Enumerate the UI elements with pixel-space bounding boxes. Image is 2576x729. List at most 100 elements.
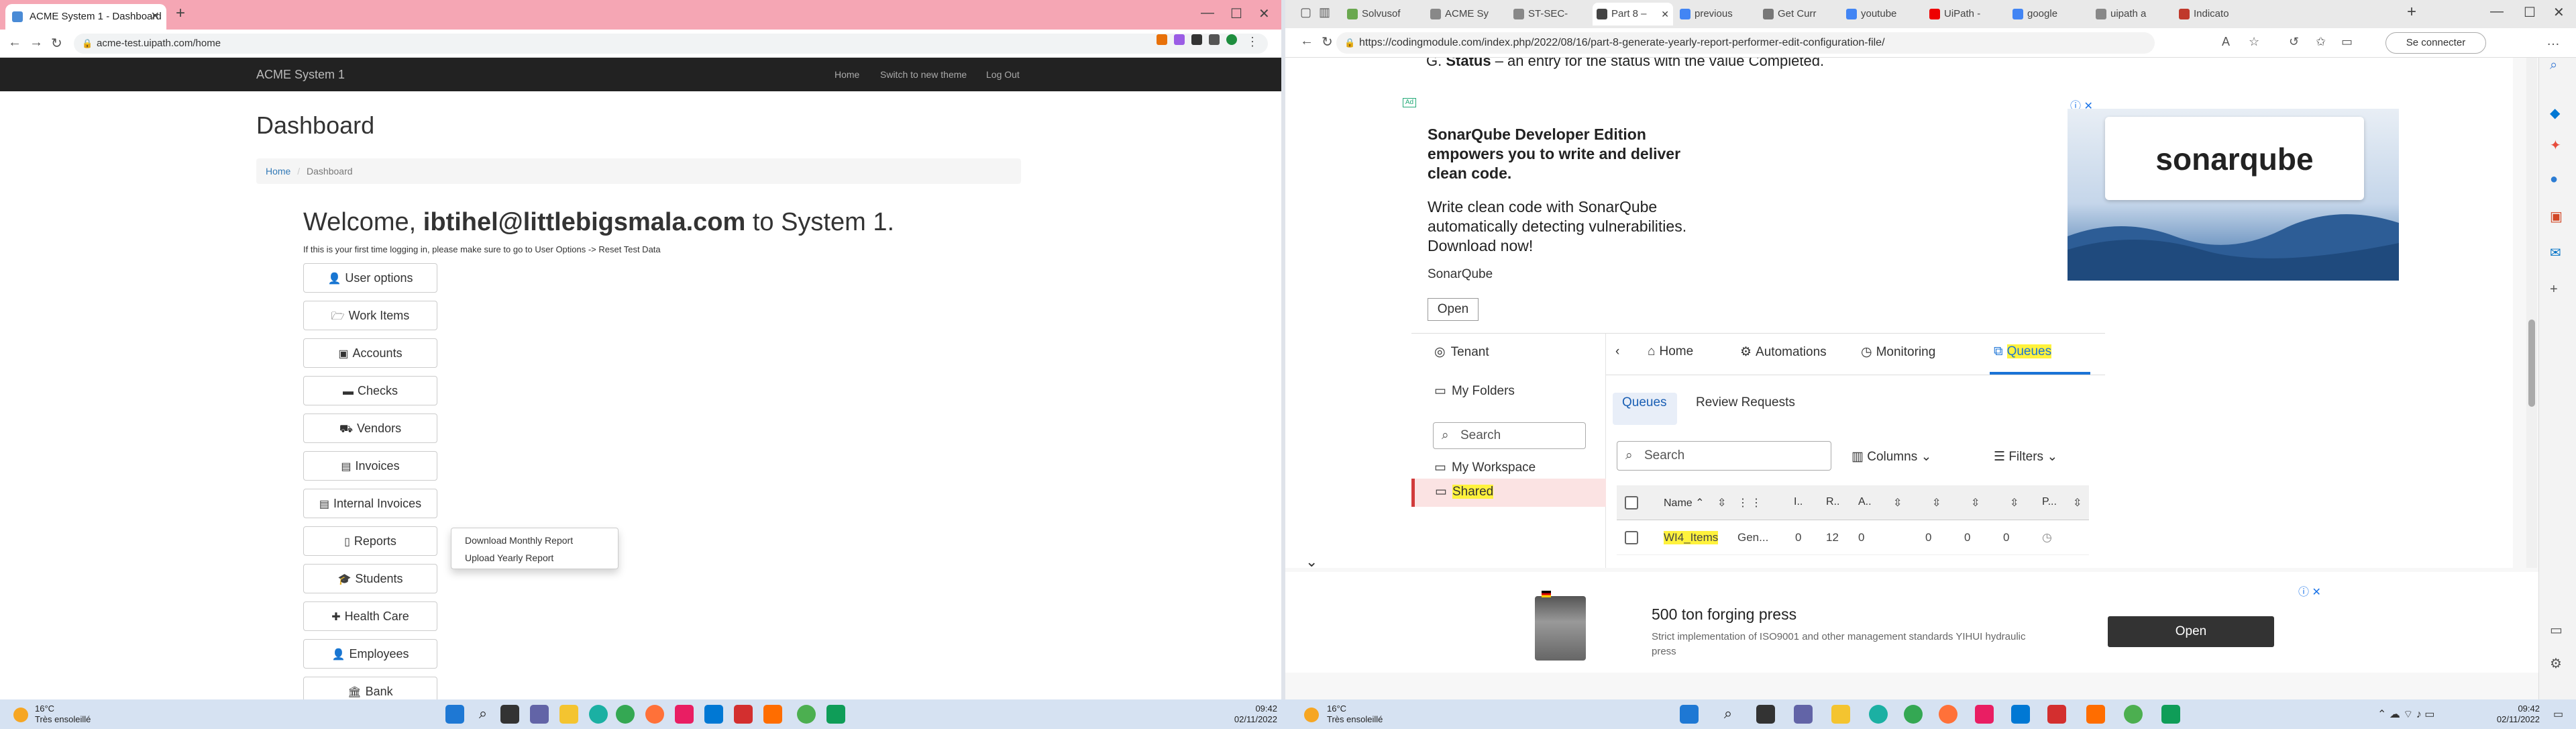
- sort-icon[interactable]: ⇳: [1717, 496, 1726, 509]
- weather-sun-icon[interactable]: [1304, 708, 1319, 722]
- file-explorer-icon[interactable]: [559, 705, 578, 724]
- slack-icon[interactable]: [1975, 705, 1994, 724]
- sonarqube-ad-image[interactable]: sonarqube: [2068, 109, 2399, 281]
- reload-icon[interactable]: ↻: [1322, 34, 1333, 50]
- work-items-button[interactable]: 🗁 Work Items: [303, 301, 437, 330]
- nav-home[interactable]: ⌂ Home: [1648, 344, 1693, 359]
- app-icon[interactable]: [2011, 705, 2030, 724]
- vertical-tabs-icon[interactable]: ▥: [1319, 5, 1330, 19]
- edge-icon[interactable]: [589, 705, 608, 724]
- settings-icon[interactable]: ⚙: [2550, 655, 2562, 672]
- sort-icon[interactable]: ⇳: [2010, 496, 2019, 509]
- queue-search-input[interactable]: ⌕ Search: [1617, 441, 1831, 471]
- tab[interactable]: youtube: [1842, 3, 1923, 26]
- nav-queues[interactable]: ⧉ Queues: [1994, 344, 2052, 359]
- ad-open-button[interactable]: Open: [1428, 298, 1479, 321]
- table-row[interactable]: WI4_Items Gen... 0 12 0 0 0 0 ◷: [1617, 520, 2089, 555]
- sort-icon[interactable]: ⇳: [1932, 496, 1941, 509]
- queue-name-link[interactable]: WI4_Items: [1664, 531, 1719, 544]
- menu-dots-icon[interactable]: ⋮: [1246, 35, 1258, 49]
- col-a[interactable]: A..: [1858, 496, 1872, 508]
- acrobat-icon[interactable]: [2047, 705, 2066, 724]
- ad-choices-icon[interactable]: ⓘ ✕: [2298, 583, 2321, 599]
- nav-automations[interactable]: ⚙ Automations: [1740, 344, 1827, 360]
- teams-icon[interactable]: [1794, 705, 1813, 724]
- search-icon[interactable]: ⌕: [2550, 58, 2557, 73]
- excel-icon[interactable]: [2161, 705, 2180, 724]
- outlook-icon[interactable]: ✉: [2550, 244, 2561, 261]
- collections-icon[interactable]: ▭: [2341, 35, 2353, 49]
- split-view-icon[interactable]: ▭: [2550, 622, 2563, 638]
- tab-acme-dashboard[interactable]: ACME System 1 - Dashboard ✕: [5, 4, 166, 30]
- row-actions-icon[interactable]: ◷: [2042, 531, 2052, 544]
- games-icon[interactable]: ●: [2550, 172, 2558, 187]
- tab[interactable]: Indicato: [2175, 3, 2255, 26]
- task-view-icon[interactable]: [500, 705, 519, 724]
- close-tab-icon[interactable]: ✕: [1661, 3, 1669, 26]
- health-care-button[interactable]: ✚ Health Care: [303, 601, 437, 631]
- upload-yearly-report-item[interactable]: Upload Yearly Report: [465, 552, 553, 563]
- search-icon[interactable]: ⌕: [474, 705, 492, 724]
- breadcrumb-home[interactable]: Home: [266, 166, 290, 177]
- reports-button[interactable]: ▯ Reports: [303, 526, 437, 556]
- url-field[interactable]: 🔒 acme-test.uipath.com/home: [74, 34, 1268, 54]
- tenant-item[interactable]: ◎ Tenant: [1434, 344, 1489, 360]
- collapse-sidebar-icon[interactable]: ‹: [1615, 344, 1619, 359]
- columns-button[interactable]: ▥ Columns ⌄: [1851, 449, 1931, 465]
- sidebar-icon[interactable]: [1209, 34, 1220, 45]
- clock-date[interactable]: 02/11/2022: [2486, 714, 2540, 724]
- teams-icon[interactable]: [530, 705, 549, 724]
- maximize-icon[interactable]: ☐: [2524, 4, 2536, 21]
- tab-queues[interactable]: Queues: [1622, 395, 1667, 410]
- column-resize-icon[interactable]: ⋮: [1751, 496, 1762, 509]
- profile-avatar[interactable]: [1226, 34, 1237, 45]
- notification-icon[interactable]: ▭: [2553, 708, 2563, 721]
- favorites-icon[interactable]: ✩: [2316, 35, 2326, 49]
- chevron-down-icon[interactable]: ⌄: [1305, 553, 1318, 571]
- chrome-icon[interactable]: [1904, 705, 1923, 724]
- nav-logout[interactable]: Log Out: [986, 58, 1020, 91]
- nav-monitoring[interactable]: ◷ Monitoring: [1861, 344, 1935, 360]
- slack-icon[interactable]: [675, 705, 694, 724]
- press-image[interactable]: [1535, 596, 1586, 661]
- shared-folder-item[interactable]: ▭ Shared: [1411, 479, 1606, 507]
- back-icon[interactable]: ←: [1300, 34, 1313, 49]
- students-button[interactable]: 🎓 Students: [303, 564, 437, 593]
- bank-button[interactable]: 🏛 Bank: [303, 677, 437, 699]
- minimize-icon[interactable]: —: [1201, 5, 1214, 21]
- tab-actions-icon[interactable]: ▢: [1300, 5, 1311, 19]
- minimize-icon[interactable]: —: [2490, 4, 2504, 19]
- uipath-studio-icon[interactable]: [763, 705, 782, 724]
- acrobat-icon[interactable]: [734, 705, 753, 724]
- vendors-button[interactable]: ⛟ Vendors: [303, 414, 437, 443]
- system-tray-icons[interactable]: ⌃ ☁ ⌔ ♪ ▭: [2377, 708, 2434, 721]
- tab-review-requests[interactable]: Review Requests: [1696, 395, 1795, 410]
- col-i[interactable]: I..: [1794, 496, 1803, 508]
- windows-start-icon[interactable]: [1680, 705, 1699, 724]
- edge-icon[interactable]: [1869, 705, 1888, 724]
- ad-open-button[interactable]: Open: [2108, 616, 2274, 647]
- sort-icon[interactable]: ⇳: [1893, 496, 1902, 509]
- checks-button[interactable]: ▬ Checks: [303, 376, 437, 405]
- clock-date[interactable]: 02/11/2022: [1228, 714, 1277, 724]
- extension-icon[interactable]: [1174, 34, 1185, 45]
- chrome-active-icon[interactable]: [2124, 705, 2143, 724]
- search-icon[interactable]: ⌕: [1719, 705, 1737, 724]
- user-options-button[interactable]: 👤 User options: [303, 263, 437, 293]
- col-r[interactable]: R..: [1826, 496, 1839, 508]
- reload-icon[interactable]: ↻: [51, 35, 62, 52]
- tab[interactable]: uipath a: [2092, 3, 2172, 26]
- tab[interactable]: Solvusof: [1343, 3, 1424, 26]
- accounts-button[interactable]: ▣ Accounts: [303, 338, 437, 368]
- scrollbar-thumb[interactable]: [2528, 320, 2535, 407]
- tab[interactable]: ST-SEC-: [1509, 3, 1590, 26]
- chrome-icon[interactable]: [616, 705, 635, 724]
- tab[interactable]: UiPath -: [1925, 3, 2006, 26]
- invoices-button[interactable]: ▤ Invoices: [303, 451, 437, 481]
- brand[interactable]: ACME System 1: [256, 58, 345, 91]
- windows-start-icon[interactable]: [445, 705, 464, 724]
- employees-button[interactable]: 👤 Employees: [303, 639, 437, 669]
- ad-title[interactable]: SonarQube Developer Edition empowers you…: [1428, 125, 1723, 183]
- download-monthly-report-item[interactable]: Download Monthly Report: [465, 535, 573, 546]
- shopping-tag-icon[interactable]: ◆: [2550, 105, 2560, 122]
